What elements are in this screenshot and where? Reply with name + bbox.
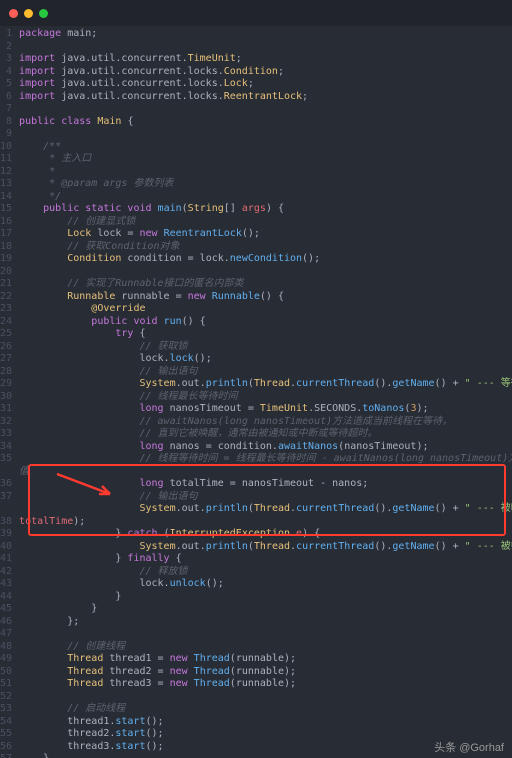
code-line: // 输出语句 (19, 366, 512, 379)
code-line: // 线程等待时间 = 线程最长等待时间 - awaitNanos(long n… (19, 453, 512, 466)
code-line: // 实现了Runnable接口的匿名内部类 (19, 278, 512, 291)
code-line: long nanos = condition.awaitNanos(nanosT… (19, 441, 512, 454)
code-lines: package main; import java.util.concurrent… (19, 28, 512, 758)
code-line: import java.util.concurrent.TimeUnit; (19, 53, 512, 66)
code-line: // 创建线程 (19, 641, 512, 654)
code-line: // 输出语句 (19, 491, 512, 504)
code-line: }; (19, 616, 512, 629)
code-line: */ (19, 191, 512, 204)
code-line: public static void main(String[] args) { (19, 203, 512, 216)
code-line: Condition condition = lock.newCondition(… (19, 253, 512, 266)
code-line: Thread thread1 = new Thread(runnable); (19, 653, 512, 666)
code-line (19, 41, 512, 54)
code-line: * 主入口 (19, 153, 512, 166)
line-gutter: 1234567891011121314151617181920212223242… (0, 28, 19, 758)
editor-window: 1234567891011121314151617181920212223242… (0, 0, 512, 758)
code-line: // 线程最长等待时间 (19, 391, 512, 404)
code-line (19, 628, 512, 641)
code-line: System.out.println(Thread.currentThread(… (19, 541, 512, 554)
code-line: Thread thread3 = new Thread(runnable); (19, 678, 512, 691)
code-line: System.out.println(Thread.currentThread(… (19, 503, 512, 516)
code-line (19, 128, 512, 141)
code-line: 值 (19, 466, 512, 479)
code-line: lock.unlock(); (19, 578, 512, 591)
code-line: Lock lock = new ReentrantLock(); (19, 228, 512, 241)
code-line: } (19, 591, 512, 604)
code-line: } catch (InterruptedException e) { (19, 528, 512, 541)
code-line: // 创建显式锁 (19, 216, 512, 229)
code-area[interactable]: 1234567891011121314151617181920212223242… (0, 26, 512, 758)
code-line: // 启动线程 (19, 703, 512, 716)
code-line (19, 691, 512, 704)
code-line: } finally { (19, 553, 512, 566)
code-line: /** (19, 141, 512, 154)
code-line: thread2.start(); (19, 728, 512, 741)
minimize-icon[interactable] (24, 9, 33, 18)
watermark: 头条 @Gorhaf (434, 742, 504, 755)
code-line: import java.util.concurrent.locks.Lock; (19, 78, 512, 91)
code-line: } (19, 603, 512, 616)
code-line: try { (19, 328, 512, 341)
code-line: // awaitNanos(long nanosTimeout)方法造成当前线程… (19, 416, 512, 429)
code-line: public class Main { (19, 116, 512, 129)
code-line: long totalTime = nanosTimeout - nanos; (19, 478, 512, 491)
close-icon[interactable] (9, 9, 18, 18)
code-line: public void run() { (19, 316, 512, 329)
code-line (19, 103, 512, 116)
code-line: // 获取锁 (19, 341, 512, 354)
code-line: long nanosTimeout = TimeUnit.SECONDS.toN… (19, 403, 512, 416)
code-line: package main; (19, 28, 512, 41)
code-line: import java.util.concurrent.locks.Condit… (19, 66, 512, 79)
code-line: // 直到它被唤醒，通常由被通知或中断或等待超时。 (19, 428, 512, 441)
code-line: System.out.println(Thread.currentThread(… (19, 378, 512, 391)
code-line: thread1.start(); (19, 716, 512, 729)
code-line: @Override (19, 303, 512, 316)
titlebar (0, 0, 512, 26)
code-line (19, 266, 512, 279)
code-line: Runnable runnable = new Runnable() { (19, 291, 512, 304)
code-line: lock.lock(); (19, 353, 512, 366)
code-line: totalTime); (19, 516, 512, 529)
code-line: Thread thread2 = new Thread(runnable); (19, 666, 512, 679)
code-line: // 释放锁 (19, 566, 512, 579)
code-line: import java.util.concurrent.locks.Reentr… (19, 91, 512, 104)
code-line: // 获取Condition对象 (19, 241, 512, 254)
code-line: * (19, 166, 512, 179)
maximize-icon[interactable] (39, 9, 48, 18)
code-line: * @param args 参数列表 (19, 178, 512, 191)
